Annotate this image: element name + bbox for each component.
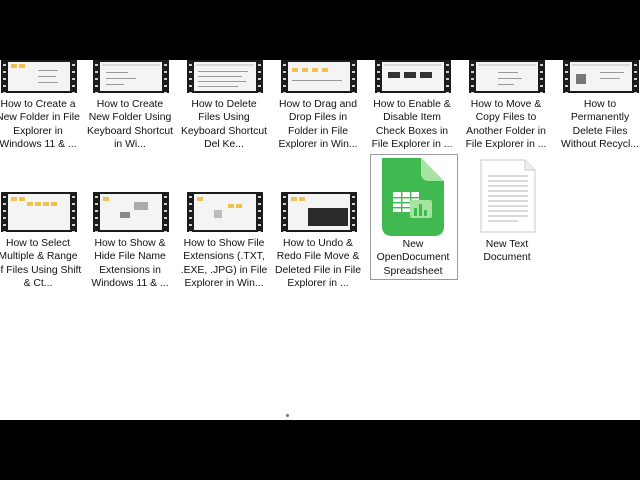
file-name-label: How to Create a New Folder in File Explo… [0, 99, 80, 151]
text-document-icon [480, 159, 536, 233]
video-thumbnail-icon [469, 60, 545, 93]
file-name-label: How to Show & Hide File Name Extensions … [91, 238, 169, 290]
video-thumbnail-icon [375, 60, 451, 93]
file-name-label: How to Select Multiple & Range of Files … [0, 238, 82, 290]
video-thumbnail-icon [1, 60, 77, 93]
file-name-label: New Text Document [483, 239, 531, 264]
file-name-label: How to Create New Folder Using Keyboard … [86, 99, 174, 151]
file-name-label: New OpenDocument Spreadsheet [376, 239, 450, 277]
file-name-label: How to Show File Extensions (.TXT, .EXE,… [180, 238, 268, 290]
file-name-label: How to Drag and Drop Files in Folder in … [278, 99, 358, 151]
file-explorer-content: How to Create a New Folder in File Explo… [0, 60, 640, 420]
mouse-cursor-icon [286, 414, 289, 417]
file-name-label: How to Enable & Disable Item Check Boxes… [371, 99, 453, 151]
video-thumbnail-icon [281, 60, 357, 93]
video-thumbnail-icon [93, 60, 169, 93]
video-thumbnail-icon [187, 60, 263, 93]
spreadsheet-file-icon [382, 158, 444, 236]
video-thumbnail-icon [187, 192, 263, 232]
video-thumbnail-icon [281, 192, 357, 232]
file-name-label: How to Delete Files Using Keyboard Short… [180, 99, 268, 151]
video-thumbnail-icon [563, 60, 639, 93]
file-name-label: How to Undo & Redo File Move & Deleted F… [274, 238, 362, 290]
file-name-label: How to Move & Copy Files to Another Fold… [465, 99, 547, 151]
video-thumbnail-icon [1, 192, 77, 232]
video-thumbnail-icon [93, 192, 169, 232]
file-name-label: How to Permanently Delete Files Without … [561, 99, 639, 151]
